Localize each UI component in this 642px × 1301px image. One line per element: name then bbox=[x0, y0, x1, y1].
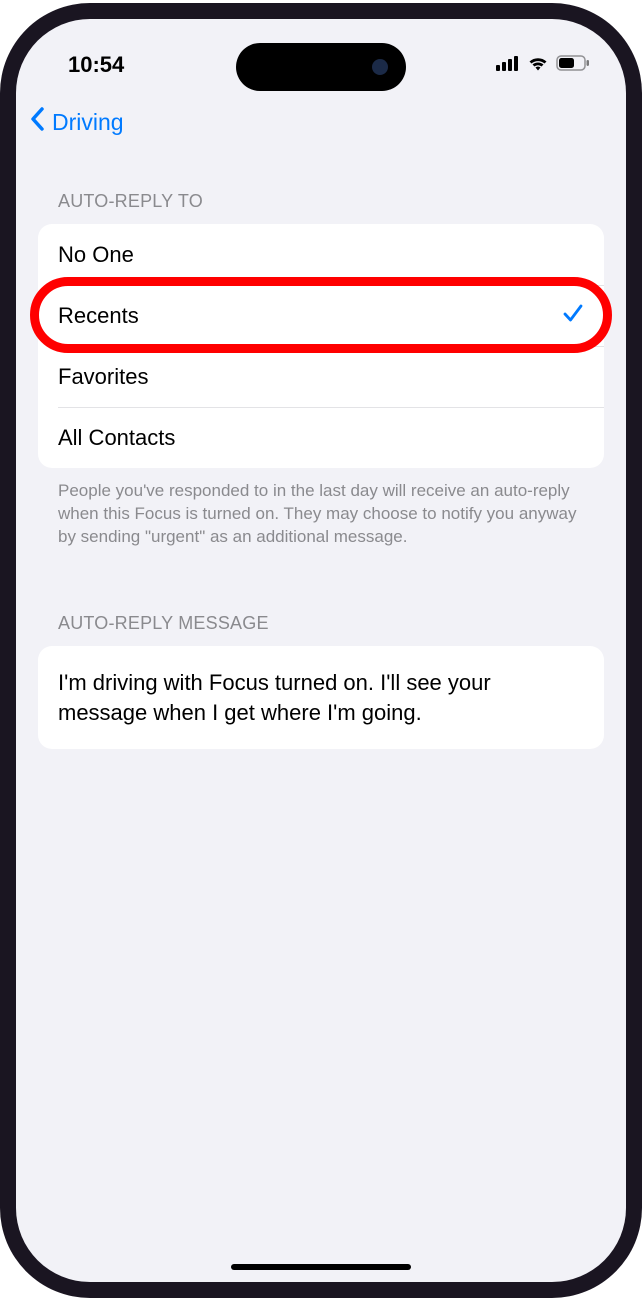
back-label: Driving bbox=[52, 109, 124, 136]
dynamic-island bbox=[236, 43, 406, 91]
auto-reply-to-list: No One Recents Favorites All Contacts bbox=[38, 224, 604, 468]
section-footer-auto-reply-to: People you've responded to in the last d… bbox=[38, 468, 604, 549]
status-icons bbox=[496, 55, 590, 76]
volume-up-button bbox=[0, 303, 2, 383]
status-time: 10:54 bbox=[68, 52, 124, 78]
option-recents[interactable]: Recents bbox=[38, 285, 604, 346]
option-favorites[interactable]: Favorites bbox=[38, 346, 604, 407]
option-label: All Contacts bbox=[58, 425, 175, 451]
front-camera bbox=[372, 59, 388, 75]
option-all-contacts[interactable]: All Contacts bbox=[38, 407, 604, 468]
wifi-icon bbox=[527, 55, 549, 76]
auto-reply-message-card[interactable]: I'm driving with Focus turned on. I'll s… bbox=[38, 646, 604, 749]
section-header-auto-reply-message: AUTO-REPLY MESSAGE bbox=[38, 549, 604, 646]
screen: 10:54 Driving AUTO-R bbox=[16, 19, 626, 1282]
chevron-left-icon bbox=[30, 107, 46, 137]
phone-frame: 10:54 Driving AUTO-R bbox=[0, 3, 642, 1298]
auto-reply-message-text: I'm driving with Focus turned on. I'll s… bbox=[58, 668, 584, 727]
content-area: AUTO-REPLY TO No One Recents Favorites A… bbox=[16, 151, 626, 749]
section-header-auto-reply-to: AUTO-REPLY TO bbox=[38, 151, 604, 224]
battery-icon bbox=[556, 55, 590, 76]
back-button[interactable]: Driving bbox=[30, 107, 124, 137]
volume-down-button bbox=[0, 403, 2, 483]
option-label: No One bbox=[58, 242, 134, 268]
home-indicator[interactable] bbox=[231, 1264, 411, 1270]
checkmark-icon bbox=[562, 302, 584, 329]
option-label: Recents bbox=[58, 303, 139, 329]
option-label: Favorites bbox=[58, 364, 148, 390]
silent-switch bbox=[0, 223, 2, 263]
cellular-signal-icon bbox=[496, 55, 520, 76]
option-no-one[interactable]: No One bbox=[38, 224, 604, 285]
navigation-bar: Driving bbox=[16, 93, 626, 151]
